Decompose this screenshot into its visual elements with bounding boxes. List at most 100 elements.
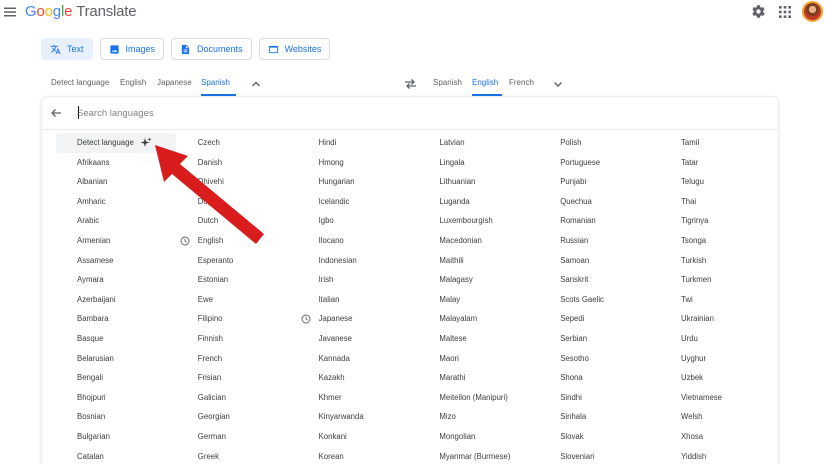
language-option[interactable]: Italian	[298, 290, 419, 310]
language-option[interactable]: Danish	[177, 153, 298, 173]
language-option[interactable]: Sindhi	[539, 388, 660, 408]
source-lang-detect[interactable]: Detect language	[51, 72, 109, 96]
language-option[interactable]: Afrikaans	[56, 153, 177, 173]
language-option[interactable]: Galician	[177, 388, 298, 408]
language-option[interactable]: Arabic	[56, 211, 177, 231]
chevron-down-icon[interactable]	[552, 78, 564, 90]
language-option-detect[interactable]: Detect language	[56, 133, 176, 153]
menu-icon[interactable]	[4, 6, 16, 18]
language-option[interactable]: German	[177, 427, 298, 447]
language-option[interactable]: Slovenian	[539, 447, 660, 464]
language-option[interactable]: Marathi	[418, 368, 539, 388]
language-option[interactable]: Malagasy	[418, 270, 539, 290]
language-option[interactable]: Scots Gaelic	[539, 290, 660, 310]
language-option[interactable]: Hmong	[298, 153, 419, 173]
language-option[interactable]: Igbo	[298, 211, 419, 231]
tab-documents[interactable]: Documents	[171, 38, 252, 60]
target-lang-french[interactable]: French	[509, 72, 534, 96]
language-option[interactable]: Dogri	[177, 192, 298, 212]
language-option[interactable]: Armenian	[56, 231, 177, 251]
language-option[interactable]: Sanskrit	[539, 270, 660, 290]
language-option[interactable]: Greek	[177, 447, 298, 464]
language-option[interactable]: Frisian	[177, 368, 298, 388]
language-option[interactable]: Kannada	[298, 349, 419, 369]
language-option[interactable]: Azerbaijani	[56, 290, 177, 310]
language-option[interactable]: Tamil	[660, 133, 781, 153]
language-option[interactable]: Maori	[418, 349, 539, 369]
language-option[interactable]: Ilocano	[298, 231, 419, 251]
language-option[interactable]: Russian	[539, 231, 660, 251]
language-option[interactable]: Macedonian	[418, 231, 539, 251]
language-option[interactable]: Finnish	[177, 329, 298, 349]
language-option[interactable]: Mongolian	[418, 427, 539, 447]
language-option[interactable]: Polish	[539, 133, 660, 153]
source-lang-english[interactable]: English	[120, 72, 146, 96]
language-option[interactable]: Luxembourgish	[418, 211, 539, 231]
language-option[interactable]: Lithuanian	[418, 172, 539, 192]
language-option[interactable]: Luganda	[418, 192, 539, 212]
language-option[interactable]: Icelandic	[298, 192, 419, 212]
language-option[interactable]: Tatar	[660, 153, 781, 173]
language-option[interactable]: Dhivehi	[177, 172, 298, 192]
language-option[interactable]: Shona	[539, 368, 660, 388]
google-translate-logo[interactable]: Google Translate	[25, 3, 137, 20]
language-option[interactable]: French	[177, 349, 298, 369]
language-option[interactable]: Samoan	[539, 251, 660, 271]
language-option[interactable]: Japanese	[298, 309, 419, 329]
language-option[interactable]: Xhosa	[660, 427, 781, 447]
gear-icon[interactable]	[751, 4, 766, 19]
search-languages-input[interactable]	[77, 105, 477, 122]
language-option[interactable]: Turkish	[660, 251, 781, 271]
language-option[interactable]: Vietnamese	[660, 388, 781, 408]
language-option[interactable]: Punjabi	[539, 172, 660, 192]
language-option[interactable]: Catalan	[56, 447, 177, 464]
language-option[interactable]: Uzbek	[660, 368, 781, 388]
language-option[interactable]: Kinyarwanda	[298, 407, 419, 427]
language-option[interactable]: Myanmar (Burmese)	[418, 447, 539, 464]
language-option[interactable]: Basque	[56, 329, 177, 349]
language-option[interactable]: Bhojpuri	[56, 388, 177, 408]
language-option[interactable]: Uyghur	[660, 349, 781, 369]
chevron-up-icon[interactable]	[250, 78, 262, 90]
language-option[interactable]: Latvian	[418, 133, 539, 153]
language-option[interactable]: Indonesian	[298, 251, 419, 271]
apps-grid-icon[interactable]	[779, 6, 791, 18]
avatar[interactable]	[802, 1, 823, 22]
language-option[interactable]: Slovak	[539, 427, 660, 447]
language-option[interactable]: Welsh	[660, 407, 781, 427]
tab-text[interactable]: Text	[41, 38, 93, 60]
language-option[interactable]: Tsonga	[660, 231, 781, 251]
language-option[interactable]: Maithili	[418, 251, 539, 271]
language-option[interactable]: Khmer	[298, 388, 419, 408]
language-option[interactable]: Belarusian	[56, 349, 177, 369]
language-option[interactable]: Romanian	[539, 211, 660, 231]
language-option[interactable]: Quechua	[539, 192, 660, 212]
language-option[interactable]: Assamese	[56, 251, 177, 271]
back-arrow-icon[interactable]	[50, 107, 62, 119]
language-option[interactable]: Ewe	[177, 290, 298, 310]
language-option[interactable]: Ukrainian	[660, 309, 781, 329]
language-option[interactable]: Amharic	[56, 192, 177, 212]
tab-websites[interactable]: Websites	[258, 38, 331, 60]
language-option[interactable]: Kazakh	[298, 368, 419, 388]
language-option[interactable]: Meiteilon (Manipuri)	[418, 388, 539, 408]
language-option[interactable]: Twi	[660, 290, 781, 310]
language-option[interactable]: Esperanto	[177, 251, 298, 271]
language-option[interactable]: Tigrinya	[660, 211, 781, 231]
language-option[interactable]: Aymara	[56, 270, 177, 290]
language-option[interactable]: Bengali	[56, 368, 177, 388]
language-option[interactable]: Telugu	[660, 172, 781, 192]
language-option[interactable]: Urdu	[660, 329, 781, 349]
language-option[interactable]: Turkmen	[660, 270, 781, 290]
target-lang-english[interactable]: English	[472, 72, 502, 96]
source-lang-japanese[interactable]: Japanese	[157, 72, 192, 96]
language-option[interactable]: Bosnian	[56, 407, 177, 427]
tab-images[interactable]: Images	[99, 38, 165, 60]
language-option[interactable]: Lingala	[418, 153, 539, 173]
language-option[interactable]: Sinhala	[539, 407, 660, 427]
language-option[interactable]: Portuguese	[539, 153, 660, 173]
language-option[interactable]: Dutch	[177, 211, 298, 231]
language-option[interactable]: Filipino	[177, 309, 298, 329]
language-option[interactable]: Yiddish	[660, 447, 781, 464]
language-option[interactable]: Hungarian	[298, 172, 419, 192]
